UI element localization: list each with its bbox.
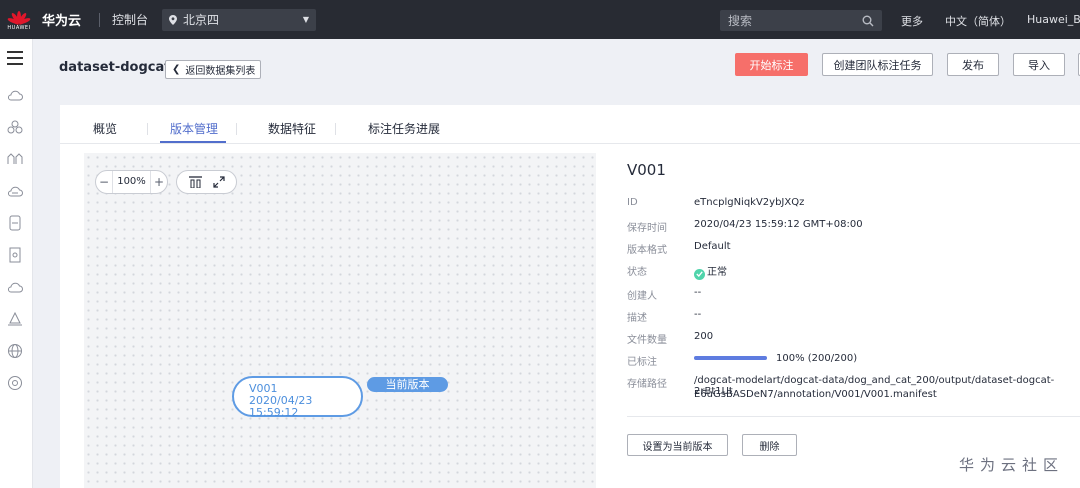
database-icon[interactable] [7, 215, 23, 231]
publish-button[interactable]: 发布 [947, 53, 999, 76]
search-input[interactable]: 搜索 [720, 10, 882, 31]
tab-divider [236, 123, 237, 135]
detail-divider [627, 416, 1080, 417]
description-label: 描述 [627, 313, 647, 324]
globe-icon[interactable] [7, 343, 23, 359]
zoom-out-button[interactable]: − [96, 175, 112, 189]
dataset-version-card: 概览 版本管理 数据特征 标注任务进展 − 100% + V001 2020/0… [60, 105, 1080, 488]
check-circle-icon [694, 268, 705, 280]
labeled-progress-bar [694, 356, 767, 360]
target-icon[interactable] [7, 375, 23, 391]
huawei-logo[interactable]: HUAWEI [4, 0, 34, 39]
cluster-icon[interactable] [7, 119, 23, 135]
labeled-value: 100% (200/200) [776, 353, 858, 364]
back-to-dataset-list-button[interactable]: ❮ 返回数据集列表 [165, 60, 261, 79]
cloud-outline-icon[interactable] [7, 279, 23, 295]
id-value: eTncplgNiqkV2ybJXQz [694, 197, 805, 208]
fit-view-icon[interactable] [188, 176, 202, 188]
creator-label: 创建人 [627, 291, 657, 302]
labeled-progress-fill [694, 356, 767, 360]
cloud-icon[interactable] [7, 87, 23, 103]
status-label: 状态 [627, 267, 647, 278]
search-placeholder: 搜索 [728, 14, 753, 28]
import-button[interactable]: 导入 [1013, 53, 1065, 76]
top-nav-bar: HUAWEI 华为云 控制台 北京四 ▼ 搜索 更多 中文（简体） Huawei… [0, 0, 1080, 39]
canvas-tools [176, 170, 237, 194]
version-format-label: 版本格式 [627, 245, 667, 256]
tab-version-management[interactable]: 版本管理 [170, 120, 218, 137]
tab-divider [335, 123, 336, 135]
user-menu[interactable]: Huawei_Bin [1027, 13, 1080, 26]
storage-path-value-cont: E6uGsBASDeN7/annotation/V001/V001.manife… [694, 389, 937, 400]
zoom-in-button[interactable]: + [151, 175, 167, 189]
version-node[interactable]: V001 2020/04/23 15:59:12 [232, 376, 363, 419]
create-team-task-button[interactable]: 创建团队标注任务 [822, 53, 933, 76]
tab-divider [147, 123, 148, 135]
set-current-version-button[interactable]: 设置为当前版本 [627, 434, 728, 456]
huawei-flower-icon [7, 9, 31, 25]
region-label: 北京四 [183, 13, 220, 27]
id-label: ID [627, 197, 638, 208]
tab-labeling-progress[interactable]: 标注任务进展 [368, 120, 440, 137]
chevron-left-icon: ❮ [172, 64, 181, 75]
divider [99, 12, 101, 27]
version-node-time: 2020/04/23 15:59:12 [249, 394, 313, 419]
status-value: 正常 [694, 263, 727, 280]
save-time-value: 2020/04/23 15:59:12 GMT+08:00 [694, 219, 863, 230]
tab-bar-border [60, 143, 1080, 144]
file-count-value: 200 [694, 331, 714, 342]
console-link[interactable]: 控制台 [112, 11, 148, 28]
bridge-icon[interactable] [7, 151, 23, 167]
tab-data-features[interactable]: 数据特征 [268, 120, 316, 137]
cloud-service-icon[interactable] [7, 183, 23, 199]
file-count-label: 文件数量 [627, 335, 667, 346]
save-time-label: 保存时间 [627, 223, 667, 234]
description-value: -- [694, 309, 702, 320]
brand-name[interactable]: 华为云 [42, 10, 81, 29]
deploy-icon[interactable] [7, 311, 23, 327]
language-selector[interactable]: 中文（简体） [945, 13, 1011, 29]
chevron-down-icon: ▼ [302, 15, 310, 24]
watermark: 华为云社区 [959, 456, 1065, 474]
region-selector[interactable]: 北京四 ▼ [162, 8, 317, 31]
logo-text: HUAWEI [7, 24, 31, 31]
version-format-value: Default [694, 241, 731, 252]
delete-button[interactable]: 删除 [742, 434, 797, 456]
labeled-label: 已标注 [627, 357, 657, 368]
status-text: 正常 [707, 267, 727, 278]
zoom-control: − 100% + [95, 170, 168, 194]
version-graph-canvas[interactable]: − 100% + V001 2020/04/23 15:59:12 当前版本 [84, 153, 596, 488]
document-icon[interactable] [7, 247, 23, 263]
more-menu[interactable]: 更多 [901, 13, 923, 29]
hamburger-menu-icon[interactable] [7, 51, 23, 69]
storage-path-label: 存储路径 [627, 379, 667, 390]
location-pin-icon [169, 14, 178, 25]
current-version-badge: 当前版本 [367, 377, 448, 392]
version-detail-title: V001 [627, 161, 666, 179]
left-sidebar [0, 39, 33, 488]
start-labeling-button[interactable]: 开始标注 [735, 53, 808, 76]
tab-overview[interactable]: 概览 [93, 120, 117, 137]
zoom-level: 100% [112, 171, 151, 193]
creator-value: -- [694, 287, 702, 298]
back-button-label: 返回数据集列表 [185, 66, 256, 77]
fullscreen-icon[interactable] [212, 176, 225, 188]
search-icon[interactable] [862, 15, 874, 27]
dataset-title: dataset-dogcat [59, 60, 171, 75]
